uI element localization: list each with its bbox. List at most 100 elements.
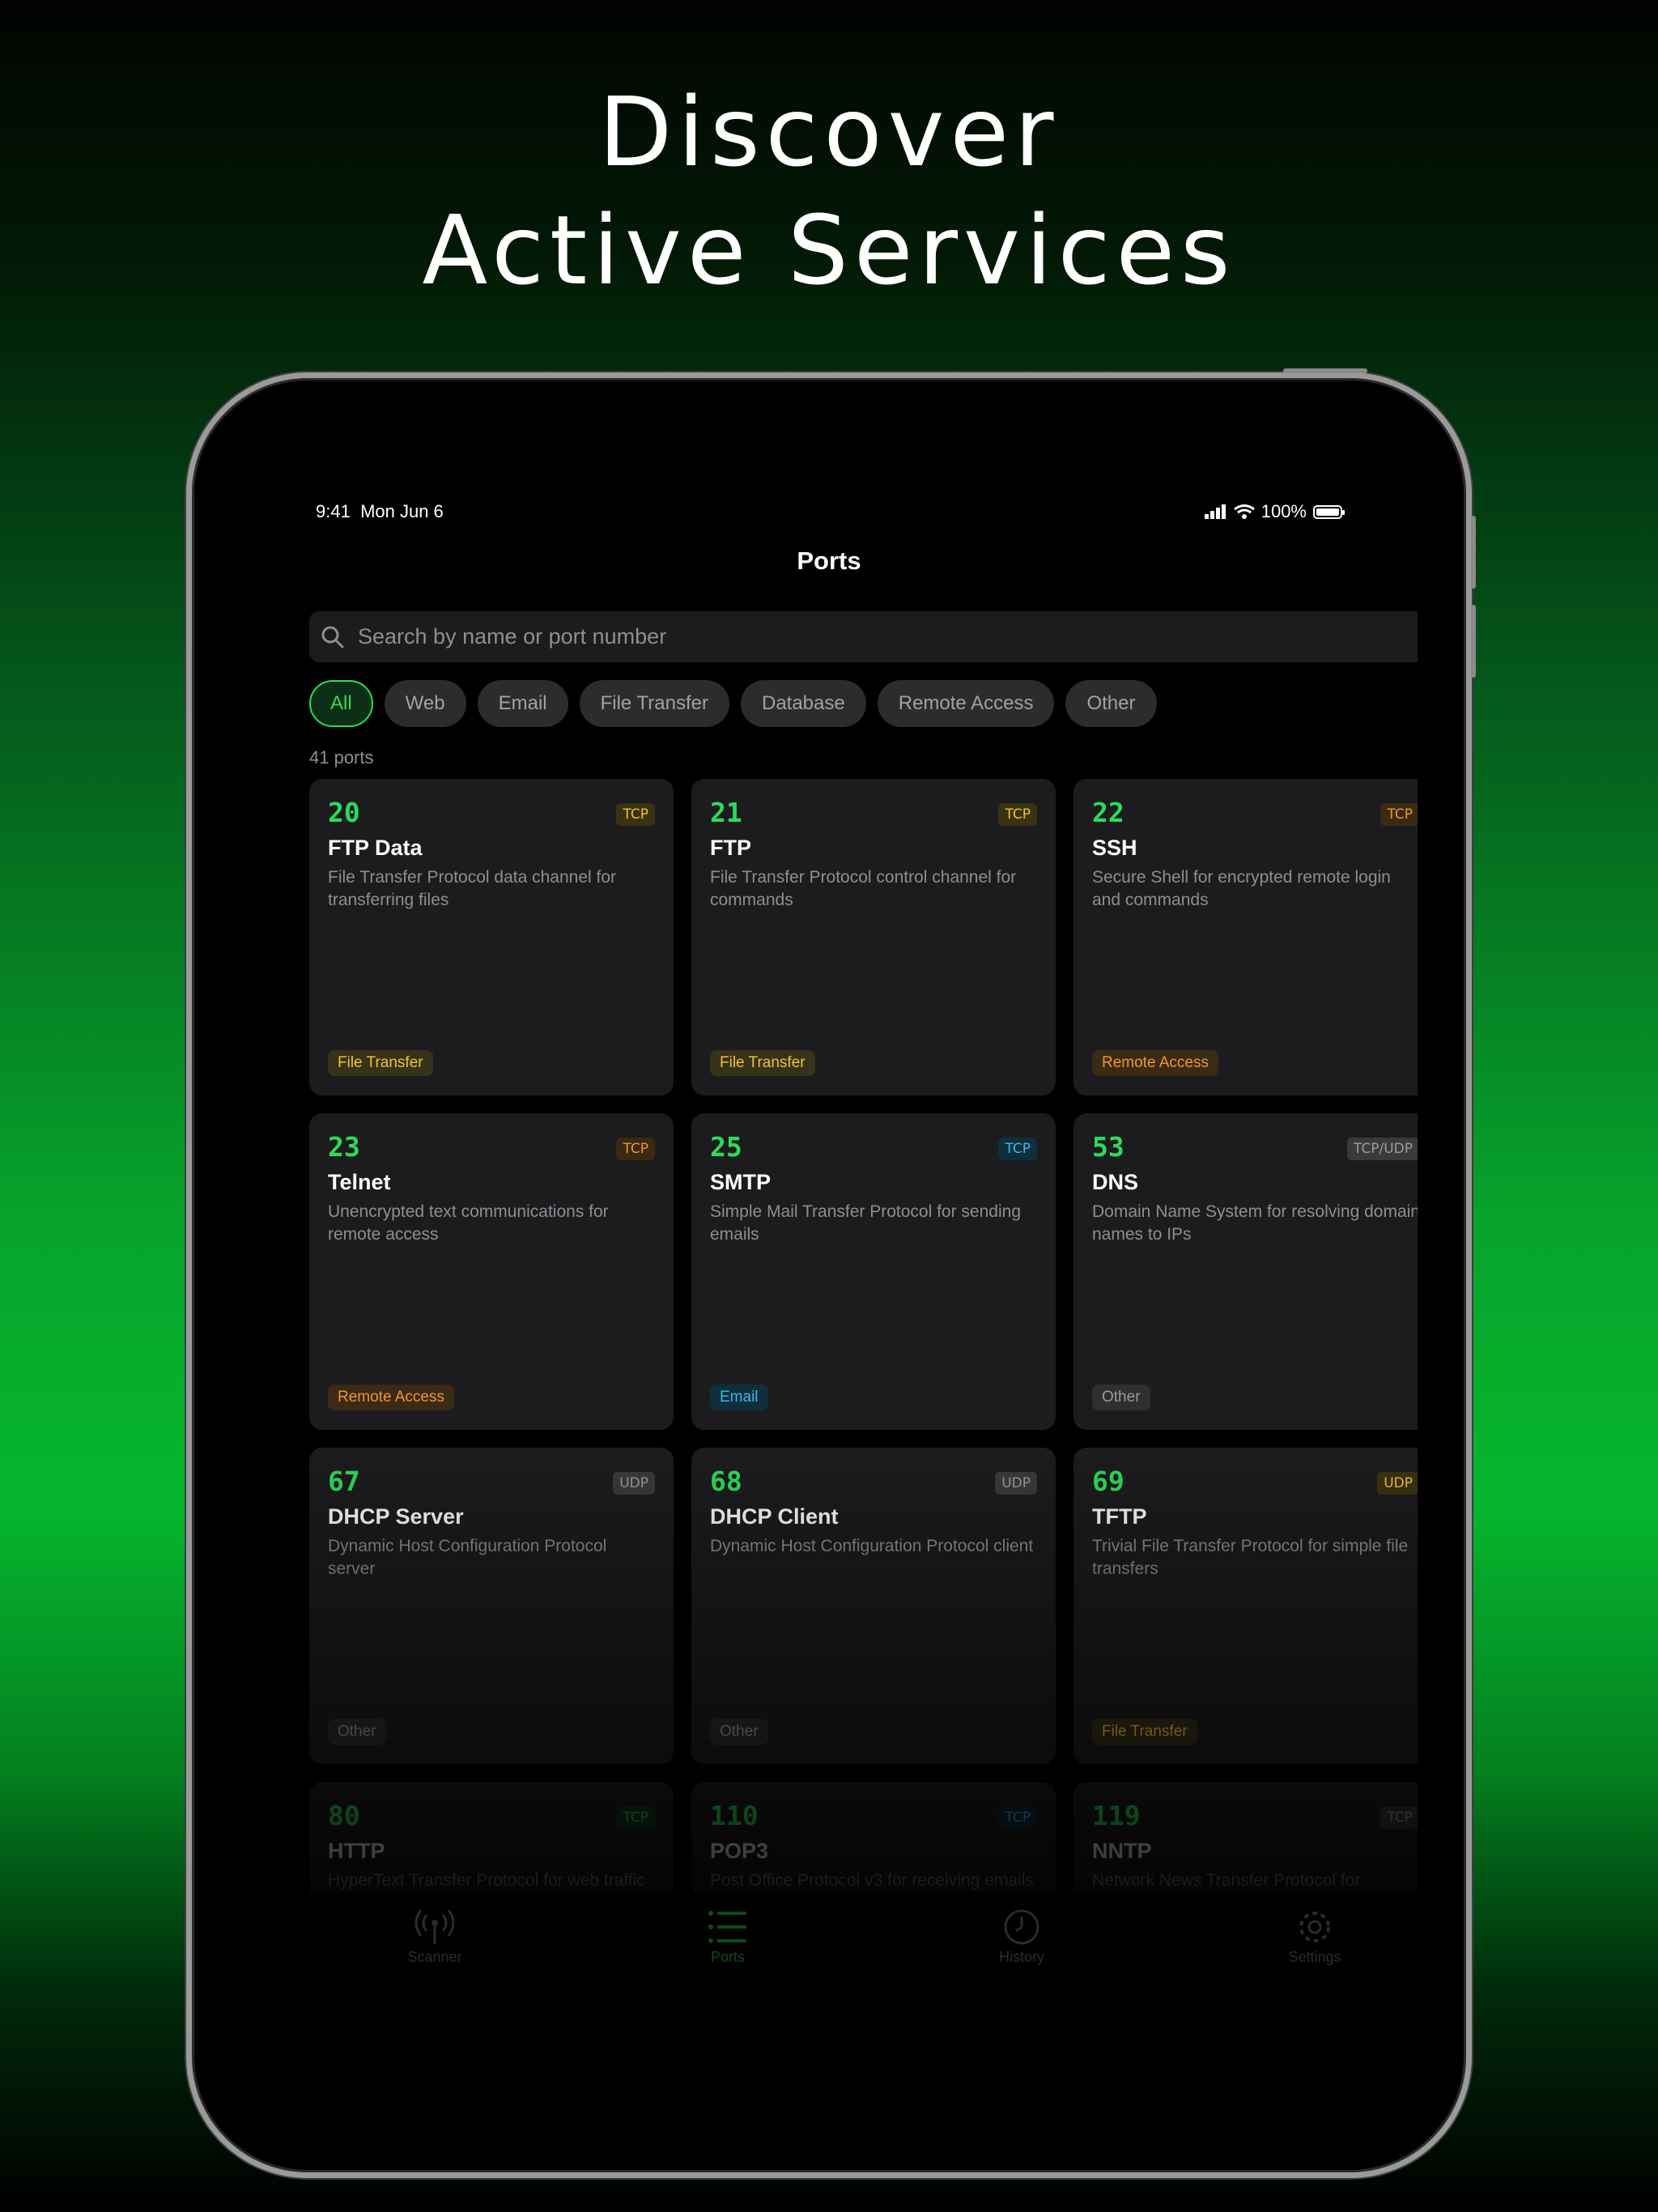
clock-icon <box>1004 1909 1039 1945</box>
port-card[interactable]: 80 TCP HTTP HyperText Transfer Protocol … <box>309 1782 674 1892</box>
protocol-badge: UDP <box>613 1472 655 1495</box>
status-bar: 9:41 Mon Jun 6 100% <box>240 501 1418 534</box>
service-name: HTTP <box>328 1839 385 1863</box>
service-description: Dynamic Host Configuration Protocol clie… <box>710 1537 1034 1555</box>
protocol-badge: TCP <box>616 1806 655 1829</box>
service-name: NNTP <box>1092 1839 1152 1863</box>
protocol-badge: TCP <box>998 1138 1037 1160</box>
filter-chip-remote-access[interactable]: Remote Access <box>877 680 1055 727</box>
service-name: DNS <box>1092 1170 1139 1194</box>
category-badge: Email <box>710 1385 768 1410</box>
search-icon <box>321 626 344 648</box>
protocol-badge: TCP <box>616 803 655 826</box>
service-description: Simple Mail Transfer Protocol for sendin… <box>710 1202 1021 1244</box>
category-badge: Other <box>1092 1385 1150 1410</box>
category-filter-bar: All Web Email File Transfer Database Rem… <box>309 680 1157 727</box>
category-badge: File Transfer <box>710 1050 815 1076</box>
service-name: Telnet <box>328 1170 391 1194</box>
filter-chip-email[interactable]: Email <box>477 680 568 727</box>
port-number: 25 <box>710 1131 742 1163</box>
ipad-frame: 9:41 Mon Jun 6 100% Ports All Web Email … <box>186 368 1476 2178</box>
tab-history[interactable]: History <box>941 1908 1103 1966</box>
service-description: File Transfer Protocol control channel f… <box>710 868 1017 909</box>
status-time: 9:41 Mon Jun 6 <box>316 501 444 521</box>
port-number: 68 <box>710 1465 742 1497</box>
cellular-signal-icon <box>1204 504 1226 519</box>
filter-chip-all[interactable]: All <box>309 680 373 727</box>
port-card[interactable]: 119 TCP NNTP Network News Transfer Proto… <box>1073 1782 1418 1892</box>
service-description: Network News Transfer Protocol for newsg… <box>1092 1871 1361 1890</box>
port-card[interactable]: 22 TCP SSH Secure Shell for encrypted re… <box>1073 779 1418 1095</box>
volume-up-button <box>1471 516 1476 589</box>
port-card[interactable]: 69 UDP TFTP Trivial File Transfer Protoc… <box>1073 1448 1418 1764</box>
port-card[interactable]: 68 UDP DHCP Client Dynamic Host Configur… <box>691 1448 1056 1764</box>
status-indicators: 100% <box>1204 501 1345 522</box>
service-description: Secure Shell for encrypted remote login … <box>1092 868 1391 909</box>
protocol-badge: TCP <box>998 1806 1037 1829</box>
filter-chip-file-transfer[interactable]: File Transfer <box>579 680 729 727</box>
category-badge: File Transfer <box>1092 1719 1197 1745</box>
battery-icon <box>1313 504 1345 519</box>
tab-bar: Scanner Ports History Settings <box>240 1908 1418 2022</box>
marketing-headline: Discover Active Services <box>0 73 1658 309</box>
tab-label: Scanner <box>407 1949 462 1965</box>
tab-settings[interactable]: Settings <box>1234 1908 1396 1966</box>
port-card[interactable]: 20 TCP FTP Data File Transfer Protocol d… <box>309 779 674 1095</box>
page-title: Ports <box>797 547 861 575</box>
service-description: Unencrypted text communications for remo… <box>328 1202 609 1244</box>
service-name: DHCP Client <box>710 1504 839 1529</box>
wifi-icon <box>1233 504 1255 519</box>
protocol-badge: TCP <box>616 1138 655 1160</box>
port-card[interactable]: 25 TCP SMTP Simple Mail Transfer Protoco… <box>691 1113 1056 1430</box>
service-description: Domain Name System for resolving domain … <box>1092 1202 1418 1244</box>
category-badge: Remote Access <box>1092 1050 1218 1076</box>
top-button <box>1283 368 1367 373</box>
tab-scanner[interactable]: Scanner <box>354 1908 516 1966</box>
port-number: 23 <box>328 1131 360 1163</box>
service-name: FTP <box>710 836 751 860</box>
filter-chip-database[interactable]: Database <box>740 680 866 727</box>
service-name: FTP Data <box>328 836 423 860</box>
port-number: 119 <box>1092 1800 1141 1831</box>
port-card[interactable]: 23 TCP Telnet Unencrypted text communica… <box>309 1113 674 1430</box>
service-name: SMTP <box>710 1170 772 1194</box>
port-number: 67 <box>328 1465 360 1497</box>
tab-label: Settings <box>1288 1949 1341 1965</box>
port-card[interactable]: 53 TCP/UDP DNS Domain Name System for re… <box>1073 1113 1418 1430</box>
service-description: Trivial File Transfer Protocol for simpl… <box>1092 1537 1409 1578</box>
filter-chip-web[interactable]: Web <box>384 680 466 727</box>
port-number: 20 <box>328 797 360 828</box>
antenna-icon <box>414 1909 455 1944</box>
port-grid: 20 TCP FTP Data File Transfer Protocol d… <box>309 779 1418 1892</box>
service-name: DHCP Server <box>328 1504 464 1529</box>
list-icon <box>708 1911 746 1943</box>
port-number: 21 <box>710 797 742 828</box>
port-number: 69 <box>1092 1465 1124 1497</box>
service-name: POP3 <box>710 1839 769 1863</box>
headline-line-1: Discover <box>598 76 1060 188</box>
protocol-badge: TCP <box>1380 1806 1418 1829</box>
port-card[interactable]: 21 TCP FTP File Transfer Protocol contro… <box>691 779 1056 1095</box>
volume-down-button <box>1471 605 1476 678</box>
service-name: TFTP <box>1092 1504 1147 1529</box>
category-badge: Other <box>328 1719 386 1745</box>
port-number: 53 <box>1092 1131 1124 1163</box>
service-name: SSH <box>1092 836 1137 860</box>
search-input[interactable] <box>356 623 1412 650</box>
protocol-badge: TCP/UDP <box>1346 1138 1418 1160</box>
service-description: HyperText Transfer Protocol for web traf… <box>328 1871 645 1890</box>
tab-ports[interactable]: Ports <box>647 1908 809 1966</box>
port-card[interactable]: 110 TCP POP3 Post Office Protocol v3 for… <box>691 1782 1056 1892</box>
app-screen: 9:41 Mon Jun 6 100% Ports All Web Email … <box>240 427 1418 2124</box>
search-bar[interactable] <box>309 611 1418 662</box>
category-badge: Other <box>710 1719 768 1745</box>
battery-percent: 100% <box>1261 501 1307 521</box>
headline-line-2: Active Services <box>422 194 1236 306</box>
protocol-badge: UDP <box>995 1472 1037 1495</box>
port-card[interactable]: 67 UDP DHCP Server Dynamic Host Configur… <box>309 1448 674 1764</box>
gear-icon <box>1299 1912 1330 1942</box>
filter-chip-other[interactable]: Other <box>1065 680 1157 727</box>
service-description: Dynamic Host Configuration Protocol serv… <box>328 1537 607 1578</box>
service-description: Post Office Protocol v3 for receiving em… <box>710 1871 1034 1890</box>
port-count: 41 ports <box>309 747 374 768</box>
